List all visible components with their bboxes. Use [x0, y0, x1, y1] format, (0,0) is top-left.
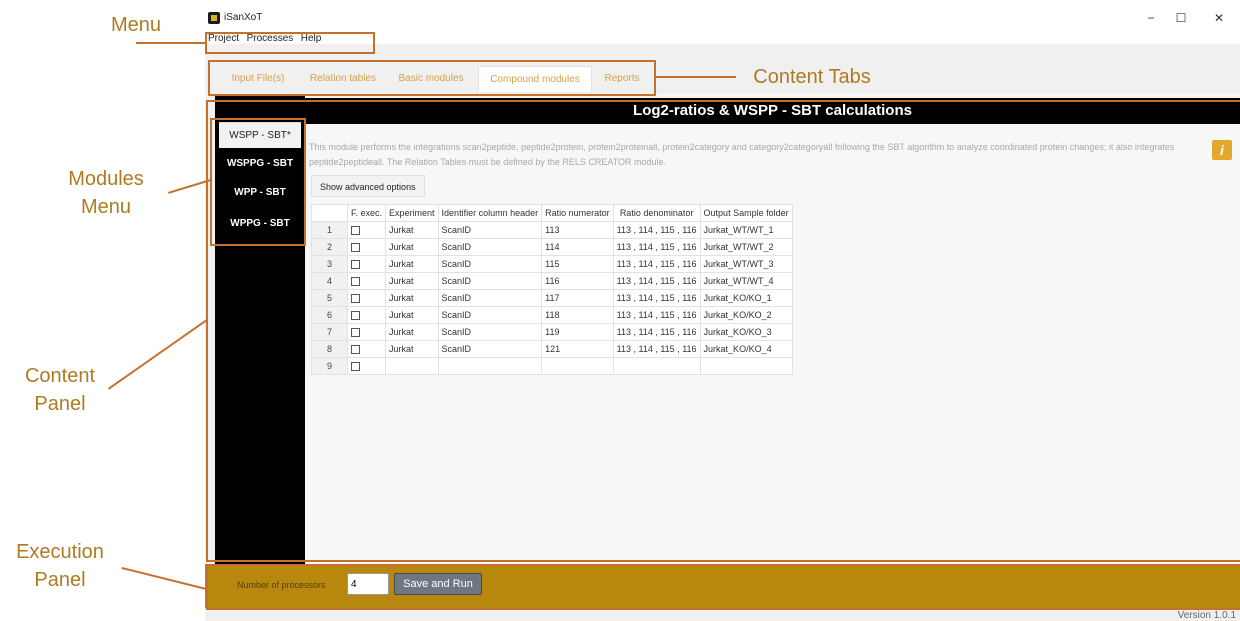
app-logo-icon: [208, 12, 220, 24]
annotation-execution-line1: Execution: [16, 541, 104, 563]
menu-highlight-box: [205, 32, 375, 54]
annotation-content-tabs: Content Tabs: [753, 66, 871, 88]
menu-pointer-line: [136, 42, 206, 44]
annotation-content-line2: Panel: [34, 393, 86, 415]
execution-highlight-box: [206, 564, 1240, 610]
annotation-modules-menu: Modules Menu: [58, 165, 154, 221]
content-highlight-box: [206, 100, 1240, 562]
screenshot-stage: Menu Modules Menu Content Panel Executio…: [0, 0, 1240, 621]
annotation-execution-line2: Panel: [34, 569, 86, 591]
version-label: Version 1.0.1: [1177, 610, 1236, 621]
minimize-icon[interactable]: −: [1140, 10, 1162, 26]
annotation-modules-line1: Modules: [68, 168, 144, 190]
tabs-pointer-line: [656, 76, 736, 78]
annotation-modules-line2: Menu: [80, 196, 132, 218]
annotation-menu: Menu: [110, 14, 162, 36]
maximize-icon[interactable]: ☐: [1170, 10, 1192, 26]
window-title: iSanXoT: [224, 12, 263, 23]
title-bar: iSanXoT − ☐ ✕: [205, 8, 1240, 28]
annotation-content-panel: Content Panel: [16, 362, 104, 418]
tabs-highlight-box: [208, 60, 656, 96]
close-icon[interactable]: ✕: [1208, 10, 1230, 26]
annotation-execution-panel: Execution Panel: [6, 538, 114, 594]
content-pointer-line: [108, 319, 208, 390]
annotation-content-line1: Content: [24, 365, 96, 387]
execution-pointer-line: [121, 567, 208, 591]
